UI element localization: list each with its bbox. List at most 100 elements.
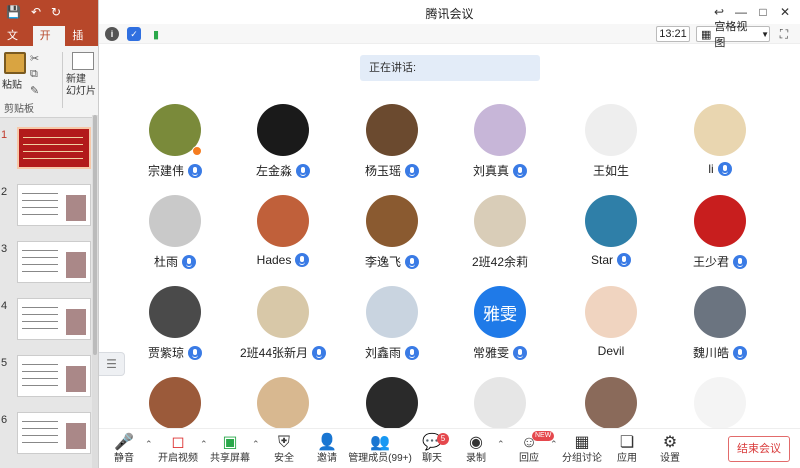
share-screen-icon: ▣ [222, 434, 238, 451]
close-icon[interactable]: ✕ [776, 3, 794, 21]
slide-number: 6 [1, 414, 8, 426]
tab-file[interactable]: 文件 [0, 26, 33, 62]
avatar [585, 195, 637, 247]
participant-tile[interactable]: 王少君 [665, 195, 775, 285]
reaction-button[interactable]: ☺ 回应 NEW [504, 431, 555, 465]
thumb-text-line [22, 250, 58, 251]
shield-icon[interactable]: ✓ [127, 27, 141, 41]
participant-name-row: Devil [556, 344, 666, 358]
participant-tile[interactable]: 左金淼 [228, 104, 338, 194]
slide-number: 5 [1, 357, 8, 369]
chat-button[interactable]: 💬 聊天 5 [407, 433, 457, 465]
participant-tile[interactable]: 雅雯 常雅雯 [445, 286, 555, 376]
participant-tile[interactable]: 杜雨 [120, 195, 230, 285]
avatar [257, 377, 309, 429]
participant-name-row: Hades [228, 253, 338, 267]
avatar [257, 286, 309, 338]
cut-icon[interactable]: ✂ [30, 52, 39, 65]
clipboard-group-label: 剪贴板 [4, 104, 34, 115]
participant-tile[interactable]: Star [556, 195, 666, 285]
new-slide-button[interactable]: 新建 幻灯片 [66, 74, 96, 98]
slide-thumbnail[interactable]: 3 [0, 241, 98, 285]
ppt-ribbon-tabs: 文件 开始 插入 [0, 24, 98, 62]
participant-name: 刘真真 [472, 164, 509, 178]
participant-tile[interactable]: 魏川皓 [665, 286, 775, 376]
participant-tile[interactable]: 贾紫琼 [120, 286, 230, 376]
scrollbar-thumb[interactable] [93, 115, 97, 355]
info-icon[interactable]: i [105, 27, 119, 41]
end-meeting-button[interactable]: 结束会议 [728, 436, 790, 462]
participant-tile[interactable]: 2班44张新月 [228, 286, 338, 376]
video-button[interactable]: ◻ 开启视频 [153, 433, 203, 465]
participant-tile[interactable]: Hades [228, 195, 338, 285]
thumb-text-line [22, 200, 58, 201]
participant-name-row: 2班42余莉 [445, 253, 555, 270]
avatar [585, 377, 637, 429]
avatar [149, 377, 201, 429]
slide-thumbnail[interactable]: 1 [0, 127, 98, 171]
tab-home[interactable]: 开始 [32, 26, 66, 62]
participant-name: 2班44张新月 [239, 346, 309, 360]
video-off-icon: ◻ [171, 434, 185, 451]
breakout-rooms-button[interactable]: ▦ 分组讨论 [557, 433, 607, 465]
record-button[interactable]: ◉ 录制 [451, 433, 501, 465]
fullscreen-icon[interactable]: ⛶ [776, 26, 792, 42]
microphone-icon [513, 163, 527, 178]
slide-preview [17, 241, 91, 283]
slide-thumbnail[interactable]: 5 [0, 355, 98, 399]
thumb-text-line [22, 264, 58, 265]
format-painter-icon[interactable]: ✎ [30, 84, 39, 97]
speaking-indicator: 正在讲话: [360, 55, 540, 81]
new-slide-icon[interactable] [72, 52, 94, 70]
participant-tile[interactable]: 2班42余莉 [445, 195, 555, 285]
participant-tile[interactable]: 王如生 [556, 104, 666, 194]
paste-button[interactable]: 粘贴 [2, 76, 22, 91]
participant-name: 刘鑫雨 [364, 346, 401, 360]
thumb-text-line [22, 421, 58, 422]
save-icon[interactable]: 💾 [6, 5, 21, 19]
manage-members-button[interactable]: 👥 管理成员(99+) [345, 433, 415, 465]
avatar [366, 377, 418, 429]
paste-icon[interactable] [4, 52, 26, 74]
meeting-toolbar: 🎤 静音 ⌃ ◻ 开启视频 ⌃ ▣ 共享屏幕 ⌃ ⛨ 安全 👤 邀请 👥 管理成… [99, 428, 800, 468]
record-icon: ◉ [469, 434, 483, 451]
avatar [694, 104, 746, 156]
participant-tile[interactable]: 宗建伟 [120, 104, 230, 194]
settings-button[interactable]: ⚙ 设置 [645, 433, 695, 465]
ppt-quick-access: 💾 ↶ ↻ [0, 0, 98, 24]
meeting-titlebar: 腾讯会议 ↩ — □ ✕ [99, 0, 800, 24]
mute-options-chevron-icon[interactable]: ⌃ [145, 439, 153, 450]
participant-tile[interactable]: 李逸飞 [337, 195, 447, 285]
tab-insert[interactable]: 插入 [65, 26, 98, 62]
signal-icon: ▮ [152, 28, 160, 41]
thumb-image [66, 252, 86, 278]
participant-tile[interactable]: 刘鑫雨 [337, 286, 447, 376]
microphone-icon: 🎤 [114, 434, 134, 451]
slide-thumbnail[interactable]: 6 [0, 412, 98, 456]
participant-tile[interactable]: 杨玉瑶 [337, 104, 447, 194]
avatar: 雅雯 [474, 286, 526, 338]
participant-name-row: 2班44张新月 [228, 344, 338, 361]
participant-tile[interactable]: Devil [556, 286, 666, 376]
participant-name: li [708, 162, 714, 176]
microphone-icon [733, 254, 747, 269]
participant-name-row: 魏川皓 [665, 344, 775, 361]
redo-icon[interactable]: ↻ [51, 5, 61, 19]
view-mode-button[interactable]: ▦ 宫格视图 ▼ [696, 21, 770, 49]
slide-preview [17, 298, 91, 340]
participant-list-toggle-icon[interactable]: ☰ [99, 352, 125, 376]
undo-icon[interactable]: ↶ [31, 5, 41, 19]
copy-icon[interactable]: ⧉ [30, 68, 38, 81]
participant-tile[interactable]: 刘真真 [445, 104, 555, 194]
participant-name-row: 常雅雯 [445, 344, 555, 361]
participant-name: 王少君 [692, 255, 729, 269]
slide-thumbnail[interactable]: 2 [0, 184, 98, 228]
participant-tile[interactable]: li [665, 104, 775, 194]
thumb-text-line [23, 158, 83, 159]
share-screen-button[interactable]: ▣ 共享屏幕 [205, 433, 255, 465]
meeting-info-bar: i ✓ ▮ 13:21 ▦ 宫格视图 ▼ ⛶ [99, 21, 800, 49]
slide-thumbnail[interactable]: 4 [0, 298, 98, 342]
mute-button[interactable]: 🎤 静音 [99, 433, 149, 465]
microphone-icon [182, 254, 196, 269]
avatar [474, 195, 526, 247]
